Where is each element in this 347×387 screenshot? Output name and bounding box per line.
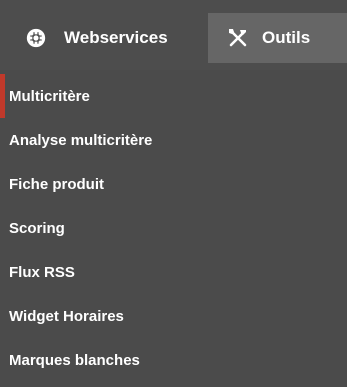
menu-item-flux-rss[interactable]: Flux RSS: [0, 250, 347, 294]
menu-item-marques-blanches[interactable]: Marques blanches: [0, 338, 347, 382]
menu-item-analyse-multicritere[interactable]: Analyse multicritère: [0, 118, 347, 162]
menu-item-label: Multicritère: [9, 87, 90, 105]
menu-item-fiche-produit[interactable]: Fiche produit: [0, 162, 347, 206]
tab-outils[interactable]: Outils: [208, 13, 347, 63]
menu-item-multicritere[interactable]: Multicritère: [0, 74, 347, 118]
menu-item-label: Analyse multicritère: [9, 131, 153, 149]
tab-webservices-label: Webservices: [64, 28, 168, 47]
menu-item-label: Marques blanches: [9, 351, 140, 369]
top-navigation-bar: Webservices Outils: [0, 0, 347, 70]
webservices-dropdown-menu: Multicritère Analyse multicritère Fiche …: [0, 70, 347, 387]
menu-item-scoring[interactable]: Scoring: [0, 206, 347, 250]
menu-item-label: Scoring: [9, 219, 65, 237]
menu-item-label: Flux RSS: [9, 263, 75, 281]
menu-item-widget-horaires[interactable]: Widget Horaires: [0, 294, 347, 338]
menu-item-label: Widget Horaires: [9, 307, 124, 325]
page: Webservices Outils Multicritère Analyse …: [0, 0, 347, 387]
gear-icon: [24, 26, 48, 50]
tools-icon: [226, 26, 250, 50]
tab-outils-label: Outils: [262, 28, 311, 47]
menu-item-label: Fiche produit: [9, 175, 104, 193]
tab-webservices[interactable]: Webservices: [0, 13, 208, 63]
